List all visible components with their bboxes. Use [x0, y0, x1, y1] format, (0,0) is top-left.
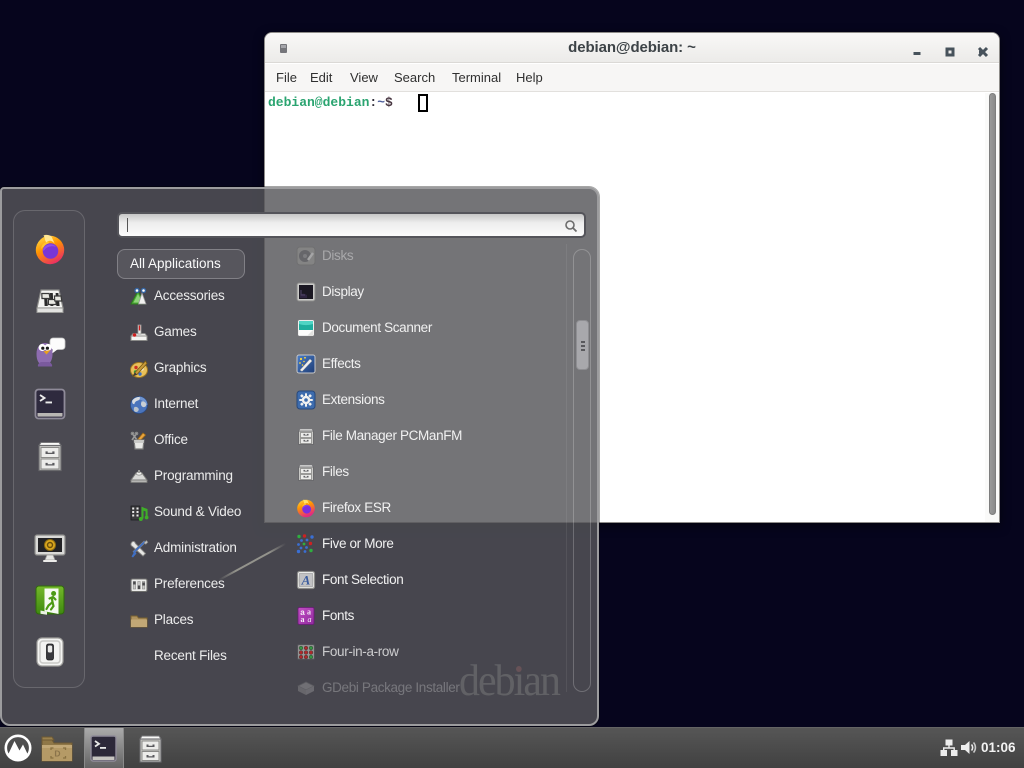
svg-text:D: D [54, 749, 60, 759]
svg-text:A: A [301, 573, 311, 588]
svg-text:a: a [301, 615, 305, 624]
svg-text:a: a [308, 615, 312, 624]
